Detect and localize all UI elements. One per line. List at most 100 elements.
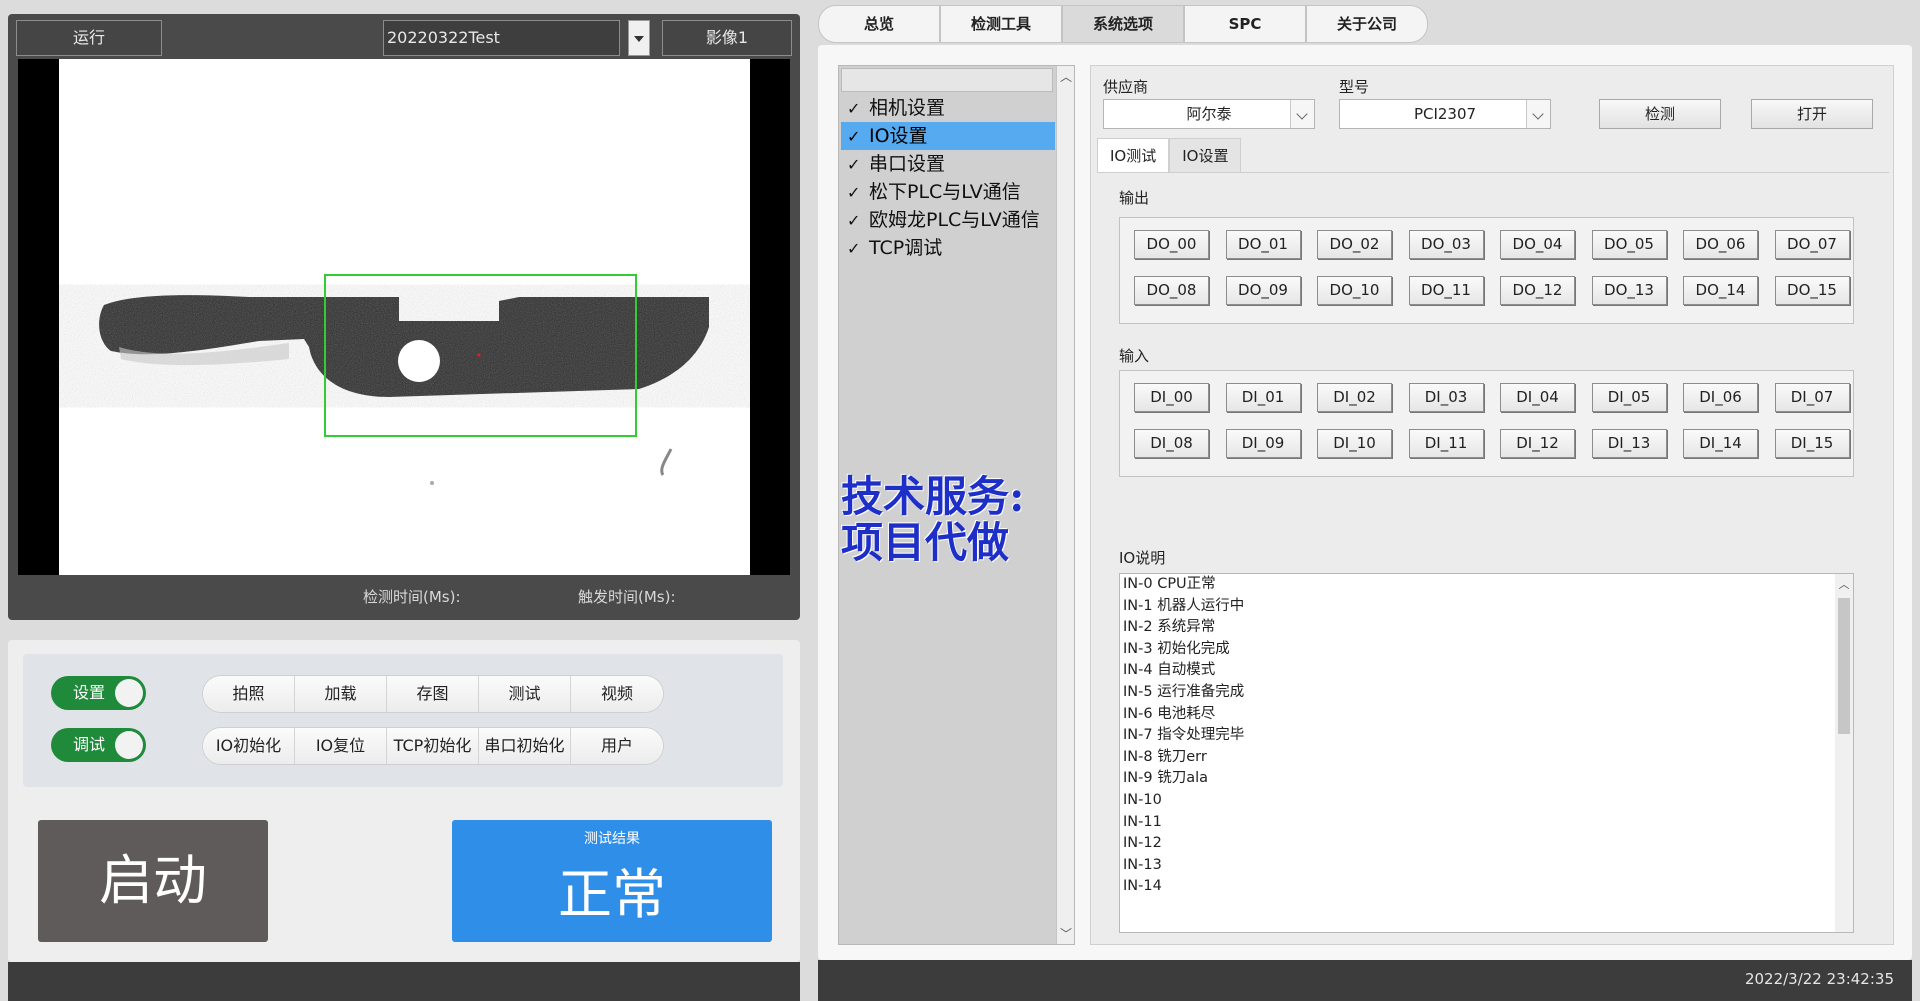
workpiece-hole [398, 340, 440, 382]
tab-io-settings[interactable]: IO设置 [1169, 138, 1242, 172]
scroll-up-icon[interactable]: ︿ [1835, 576, 1853, 592]
output-button-do-09[interactable]: DO_09 [1225, 276, 1301, 305]
test-button[interactable]: 测试 [479, 676, 571, 712]
scroll-down-icon[interactable]: ﹀ [1057, 925, 1075, 942]
io-description-item[interactable]: IN-5 运行准备完成 [1120, 682, 1853, 704]
io-description-item[interactable]: IN-14 [1120, 876, 1853, 898]
io-description-item[interactable]: IN-9 铣刀ala [1120, 768, 1853, 790]
tree-item-serial-settings[interactable]: ✓ 串口设置 [841, 150, 1055, 178]
io-description-item[interactable]: IN-12 [1120, 833, 1853, 855]
supplier-select[interactable]: 阿尔泰 [1103, 99, 1315, 129]
output-button-do-12[interactable]: DO_12 [1500, 276, 1575, 305]
output-button-do-00[interactable]: DO_00 [1134, 230, 1209, 259]
tab-inspection-tools[interactable]: 检测工具 [940, 5, 1062, 43]
io-reset-button[interactable]: IO复位 [295, 728, 387, 764]
tree-item-camera-settings[interactable]: ✓ 相机设置 [841, 94, 1055, 122]
output-button-do-10[interactable]: DO_10 [1317, 276, 1392, 305]
io-description-item[interactable]: IN-4 自动模式 [1120, 660, 1853, 682]
tree-item-panasonic-plc[interactable]: ✓ 松下PLC与LV通信 [841, 178, 1055, 206]
tab-about-company[interactable]: 关于公司 [1306, 5, 1428, 43]
output-button-do-05[interactable]: DO_05 [1591, 230, 1667, 259]
tab-io-test[interactable]: IO测试 [1097, 138, 1170, 172]
recipe-dropdown-arrow-icon[interactable] [628, 20, 650, 56]
io-description-item[interactable]: IN-0 CPU正常 [1120, 574, 1853, 596]
input-button-di-08[interactable]: DI_08 [1134, 429, 1209, 458]
video-button[interactable]: 视频 [571, 676, 663, 712]
recipe-select[interactable]: 20220322Test [383, 20, 620, 56]
user-button[interactable]: 用户 [571, 728, 663, 764]
output-button-do-04[interactable]: DO_04 [1500, 230, 1575, 259]
start-button[interactable]: 启动 [38, 820, 268, 942]
io-description-item[interactable]: IN-2 系统异常 [1120, 617, 1853, 639]
io-description-item[interactable]: IN-13 [1120, 855, 1853, 877]
detect-button[interactable]: 检测 [1599, 99, 1721, 129]
tab-spc[interactable]: SPC [1184, 5, 1306, 43]
tab-overview[interactable]: 总览 [818, 5, 940, 43]
io-description-item[interactable]: IN-3 初始化完成 [1120, 639, 1853, 661]
save-image-button[interactable]: 存图 [387, 676, 479, 712]
description-scrollbar[interactable]: ︿ [1835, 574, 1853, 932]
left-status-bar [8, 962, 800, 1001]
open-button[interactable]: 打开 [1751, 99, 1873, 129]
output-button-do-07[interactable]: DO_07 [1774, 230, 1850, 259]
tree-item-tcp-debug[interactable]: ✓ TCP调试 [841, 234, 1055, 262]
input-section-label: 输入 [1119, 347, 1150, 365]
camera-image-view[interactable] [18, 59, 790, 575]
input-button-di-03[interactable]: DI_03 [1408, 383, 1484, 412]
input-button-di-11[interactable]: DI_11 [1408, 429, 1484, 458]
output-button-do-03[interactable]: DO_03 [1408, 230, 1484, 259]
io-description-item[interactable]: IN-10 [1120, 790, 1853, 812]
input-button-di-02[interactable]: DI_02 [1317, 383, 1392, 412]
input-button-di-05[interactable]: DI_05 [1591, 383, 1667, 412]
tree-item-io-settings[interactable]: ✓ IO设置 [841, 122, 1055, 150]
test-result-display: 测试结果 正常 [452, 820, 772, 942]
input-button-di-07[interactable]: DI_07 [1774, 383, 1850, 412]
input-button-di-13[interactable]: DI_13 [1591, 429, 1667, 458]
tab-system-options[interactable]: 系统选项 [1062, 5, 1184, 43]
input-button-di-01[interactable]: DI_01 [1225, 383, 1301, 412]
input-button-di-09[interactable]: DI_09 [1225, 429, 1301, 458]
output-button-do-01[interactable]: DO_01 [1225, 230, 1301, 259]
input-button-di-00[interactable]: DI_00 [1134, 383, 1209, 412]
input-button-di-10[interactable]: DI_10 [1317, 429, 1392, 458]
tcp-init-button[interactable]: TCP初始化 [387, 728, 479, 764]
model-select[interactable]: PCI2307 [1339, 99, 1551, 129]
image-select-button[interactable]: 影像1 [662, 20, 792, 56]
check-icon: ✓ [847, 183, 861, 202]
setup-toggle[interactable]: 设置 [51, 676, 146, 710]
io-description-item[interactable]: IN-6 电池耗尽 [1120, 704, 1853, 726]
io-description-list[interactable]: IN-0 CPU正常 IN-1 机器人运行中 IN-2 系统异常 IN-3 初始化完成… [1119, 573, 1854, 933]
input-button-di-14[interactable]: DI_14 [1683, 429, 1758, 458]
output-button-do-14[interactable]: DO_14 [1683, 276, 1758, 305]
io-description-item[interactable]: IN-1 机器人运行中 [1120, 596, 1853, 618]
chevron-down-icon[interactable] [1290, 100, 1314, 128]
debug-toggle[interactable]: 调试 [51, 728, 146, 762]
output-button-do-06[interactable]: DO_06 [1683, 230, 1758, 259]
input-button-di-12[interactable]: DI_12 [1500, 429, 1575, 458]
load-button[interactable]: 加载 [295, 676, 387, 712]
scroll-thumb[interactable] [1838, 598, 1850, 734]
debris-dot [430, 481, 434, 485]
io-description-item[interactable]: IN-8 铣刀err [1120, 747, 1853, 769]
chevron-down-icon[interactable] [1526, 100, 1550, 128]
capture-button[interactable]: 拍照 [203, 676, 295, 712]
input-button-di-04[interactable]: DI_04 [1500, 383, 1575, 412]
output-button-do-15[interactable]: DO_15 [1774, 276, 1850, 305]
tree-item-label: 相机设置 [869, 97, 946, 119]
run-button[interactable]: 运行 [16, 20, 162, 56]
tree-item-omron-plc[interactable]: ✓ 欧姆龙PLC与LV通信 [841, 206, 1055, 234]
io-description-item[interactable]: IN-7 指令处理完毕 [1120, 725, 1853, 747]
output-button-do-13[interactable]: DO_13 [1591, 276, 1667, 305]
tree-scrollbar[interactable]: ︿ ﹀ [1056, 66, 1074, 944]
serial-init-button[interactable]: 串口初始化 [479, 728, 571, 764]
tree-header [841, 68, 1053, 92]
input-button-di-15[interactable]: DI_15 [1774, 429, 1850, 458]
io-init-button[interactable]: IO初始化 [203, 728, 295, 764]
check-icon: ✓ [847, 127, 861, 146]
output-button-do-08[interactable]: DO_08 [1134, 276, 1209, 305]
output-button-do-11[interactable]: DO_11 [1408, 276, 1484, 305]
io-description-item[interactable]: IN-11 [1120, 812, 1853, 834]
input-button-di-06[interactable]: DI_06 [1683, 383, 1758, 412]
scroll-up-icon[interactable]: ︿ [1057, 68, 1075, 85]
output-button-do-02[interactable]: DO_02 [1317, 230, 1392, 259]
